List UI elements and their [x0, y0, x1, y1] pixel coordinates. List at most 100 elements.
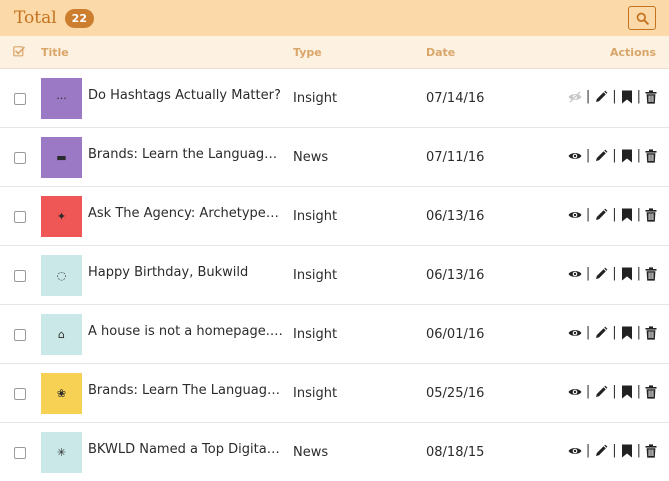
checkbox-checked-icon: [13, 46, 25, 57]
table-row: ··· Do Hashtags Actually Matter? Insight…: [0, 69, 669, 128]
row-title[interactable]: Brands: Learn the Language to...: [88, 147, 283, 162]
thumbnail-image[interactable]: ▬: [41, 137, 82, 178]
row-checkbox[interactable]: [14, 388, 26, 400]
row-actions: | | |: [568, 89, 657, 104]
action-separator: |: [636, 443, 641, 458]
column-type-header[interactable]: Type: [293, 46, 322, 59]
row-date: 07/14/16: [426, 91, 485, 106]
bookmark-icon[interactable]: [621, 149, 633, 163]
table-row: ✦ Ask The Agency: Archetypes & ... Insig…: [0, 187, 669, 246]
search-button[interactable]: [628, 6, 656, 30]
row-checkbox[interactable]: [14, 152, 26, 164]
trash-icon[interactable]: [645, 148, 657, 163]
listing-header: Total 22: [0, 0, 669, 36]
column-title-header[interactable]: Title: [41, 46, 69, 59]
edit-icon[interactable]: [594, 208, 608, 222]
table-row: ◌ Happy Birthday, Bukwild Insight 06/13/…: [0, 246, 669, 305]
action-separator: |: [636, 148, 641, 163]
trash-icon[interactable]: [645, 384, 657, 399]
eye-icon[interactable]: [568, 210, 582, 220]
row-actions: | | |: [568, 384, 657, 399]
edit-icon[interactable]: [594, 267, 608, 281]
action-separator: |: [585, 325, 591, 340]
row-actions: | | |: [568, 325, 657, 340]
row-title[interactable]: A house is not a homepage...or...: [88, 324, 283, 339]
table-row: ✳ BKWLD Named a Top Digital ... News 08/…: [0, 423, 669, 481]
row-type: Insight: [293, 386, 338, 401]
table-row: ❀ Brands: Learn The Language to... Insig…: [0, 364, 669, 423]
trash-icon[interactable]: [645, 266, 657, 281]
action-separator: |: [585, 148, 591, 163]
bookmark-icon[interactable]: [621, 385, 633, 399]
row-date: 08/18/15: [426, 445, 485, 460]
edit-icon[interactable]: [594, 326, 608, 340]
trash-icon[interactable]: [645, 207, 657, 222]
thumbnail-image[interactable]: ···: [41, 78, 82, 119]
eye-icon[interactable]: [568, 151, 582, 161]
row-type: News: [293, 150, 329, 165]
table-row: ⌂ A house is not a homepage...or... Insi…: [0, 305, 669, 364]
row-checkbox[interactable]: [14, 270, 26, 282]
action-separator: |: [636, 325, 641, 340]
row-checkbox[interactable]: [14, 329, 26, 341]
table-header: Title Type Date Actions: [0, 36, 669, 69]
action-separator: |: [636, 266, 641, 281]
listing-panel: Total 22 Title Type Date Actions ··· Do …: [0, 0, 669, 481]
trash-icon[interactable]: [645, 89, 657, 104]
eye-icon[interactable]: [568, 269, 582, 279]
row-type: News: [293, 445, 329, 460]
row-title[interactable]: Ask The Agency: Archetypes & ...: [88, 206, 283, 221]
action-separator: |: [585, 443, 591, 458]
thumbnail-image[interactable]: ⌂: [41, 314, 82, 355]
edit-icon[interactable]: [594, 385, 608, 399]
action-separator: |: [585, 384, 591, 399]
row-type: Insight: [293, 327, 338, 342]
action-separator: |: [612, 325, 617, 340]
action-separator: |: [636, 89, 641, 104]
eye-icon[interactable]: [568, 328, 582, 338]
bookmark-icon[interactable]: [621, 208, 633, 222]
row-title[interactable]: Brands: Learn The Language to...: [88, 383, 283, 398]
edit-icon[interactable]: [594, 90, 608, 104]
action-separator: |: [612, 89, 617, 104]
thumbnail-image[interactable]: ✳: [41, 432, 82, 473]
row-checkbox[interactable]: [14, 93, 26, 105]
row-date: 07/11/16: [426, 150, 485, 165]
bookmark-icon[interactable]: [621, 444, 633, 458]
action-separator: |: [612, 266, 617, 281]
listing-title: Total: [14, 8, 57, 28]
column-date-header[interactable]: Date: [426, 46, 455, 59]
action-separator: |: [585, 89, 591, 104]
row-title[interactable]: BKWLD Named a Top Digital ...: [88, 442, 283, 457]
thumbnail-image[interactable]: ❀: [41, 373, 82, 414]
bookmark-icon[interactable]: [621, 326, 633, 340]
search-icon: [636, 12, 649, 25]
row-date: 05/25/16: [426, 386, 485, 401]
row-checkbox[interactable]: [14, 211, 26, 223]
trash-icon[interactable]: [645, 325, 657, 340]
row-date: 06/01/16: [426, 327, 485, 342]
thumbnail-image[interactable]: ◌: [41, 255, 82, 296]
action-separator: |: [585, 207, 591, 222]
edit-icon[interactable]: [594, 149, 608, 163]
table-row: ▬ Brands: Learn the Language to... News …: [0, 128, 669, 187]
action-separator: |: [636, 384, 641, 399]
trash-icon[interactable]: [645, 443, 657, 458]
eye-icon[interactable]: [568, 387, 582, 397]
row-checkbox[interactable]: [14, 447, 26, 459]
row-actions: | | |: [568, 207, 657, 222]
action-separator: |: [612, 384, 617, 399]
action-separator: |: [636, 207, 641, 222]
row-title[interactable]: Do Hashtags Actually Matter?: [88, 88, 283, 103]
row-title[interactable]: Happy Birthday, Bukwild: [88, 265, 283, 280]
bookmark-icon[interactable]: [621, 267, 633, 281]
bookmark-icon[interactable]: [621, 90, 633, 104]
eye-icon[interactable]: [568, 446, 582, 456]
action-separator: |: [585, 266, 591, 281]
row-actions: | | |: [568, 443, 657, 458]
eye-slash-icon[interactable]: [568, 91, 582, 103]
thumbnail-image[interactable]: ✦: [41, 196, 82, 237]
edit-icon[interactable]: [594, 444, 608, 458]
select-all-toggle[interactable]: [13, 46, 25, 61]
action-separator: |: [612, 443, 617, 458]
